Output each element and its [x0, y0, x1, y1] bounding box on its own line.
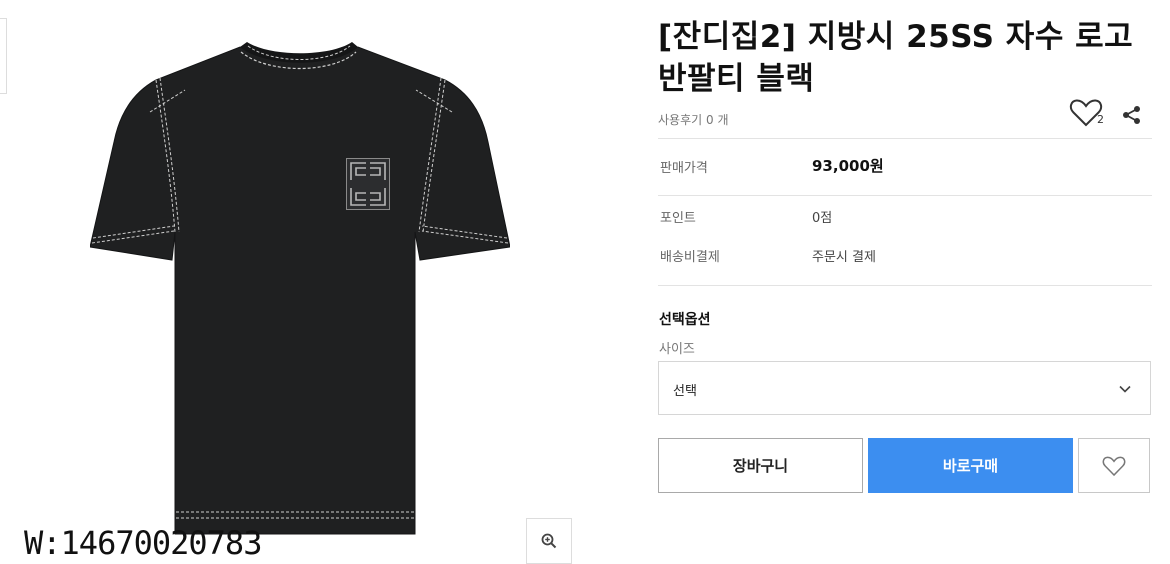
review-label: 사용후기: [658, 113, 703, 127]
shipping-label: 배송비결제: [660, 250, 720, 265]
wish-count: 2: [1097, 113, 1104, 126]
option-section-title: 선택옵션: [659, 312, 711, 328]
heart-icon: [1102, 456, 1126, 476]
zoom-button[interactable]: [526, 518, 572, 564]
chevron-down-icon: [1119, 385, 1131, 393]
add-to-cart-button[interactable]: 장바구니: [658, 438, 863, 493]
point-label: 포인트: [660, 211, 696, 226]
gallery-frame-edge: [0, 18, 7, 94]
review-count: 0: [706, 113, 714, 127]
size-select-value: 선택: [673, 384, 697, 399]
review-unit: 개: [717, 113, 729, 127]
product-image: [89, 42, 511, 542]
embroidered-logo-icon: [346, 158, 390, 210]
product-title: [잔디집2] 지방시 25SS 자수 로고 반팔티 블랙: [658, 19, 1134, 97]
divider: [658, 195, 1152, 196]
price-value: 93,000원: [812, 157, 884, 175]
divider: [658, 285, 1152, 286]
size-select[interactable]: 선택: [658, 361, 1151, 415]
point-value: 0점: [812, 211, 833, 226]
review-summary[interactable]: 사용후기 0 개: [658, 111, 729, 128]
share-icon[interactable]: [1122, 105, 1142, 125]
buy-now-button[interactable]: 바로구매: [868, 438, 1073, 493]
image-watermark: W:14670020783: [24, 524, 262, 562]
size-label: 사이즈: [659, 342, 695, 357]
wishlist-button[interactable]: [1078, 438, 1150, 493]
shipping-value: 주문시 결제: [812, 250, 876, 265]
price-label: 판매가격: [660, 161, 708, 176]
divider: [658, 138, 1152, 139]
zoom-in-icon: [541, 533, 557, 549]
